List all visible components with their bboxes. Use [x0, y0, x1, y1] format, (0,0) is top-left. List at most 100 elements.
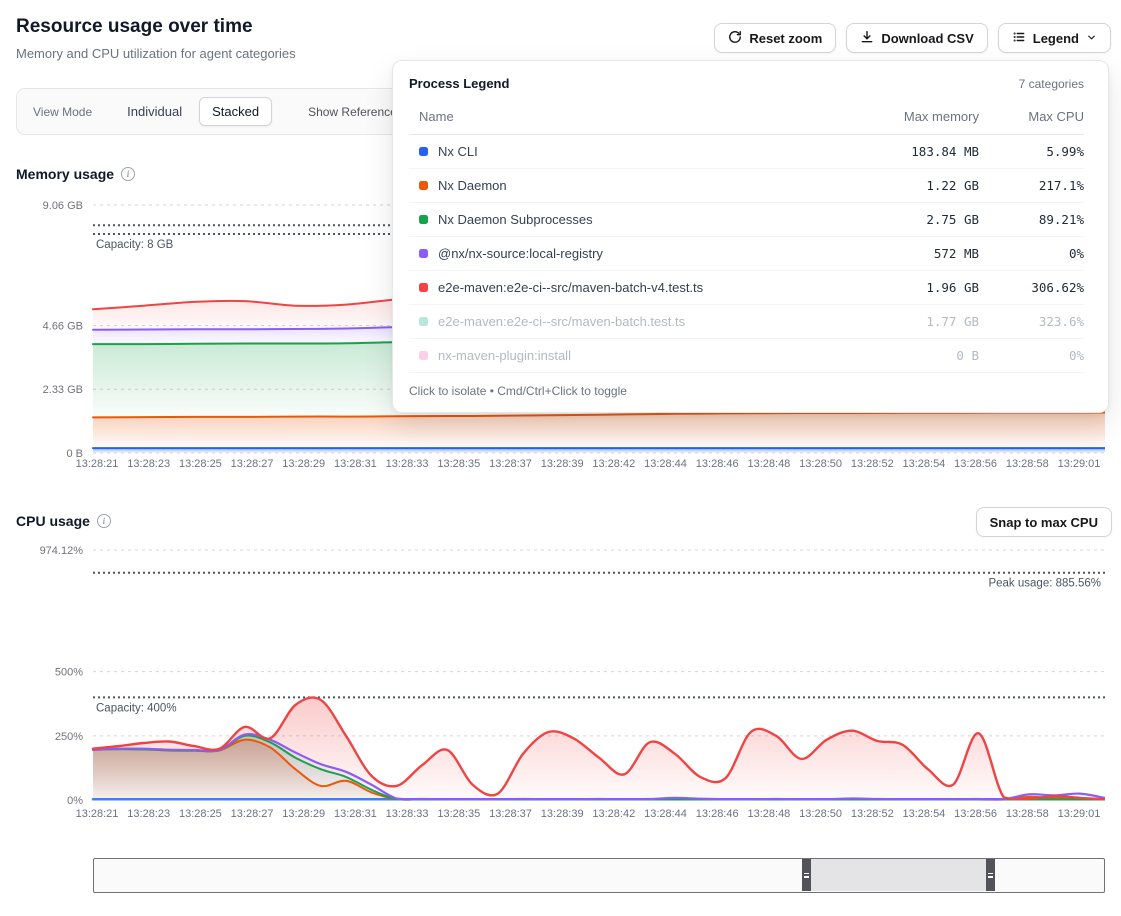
x-tick-label: 13:28:46 [696, 808, 739, 820]
legend-row[interactable]: e2e-maven:e2e-ci--src/maven-batch-v4.tes… [409, 271, 1084, 305]
y-tick-label: 250% [55, 731, 83, 743]
snap-to-max-cpu-button[interactable]: Snap to max CPU [976, 507, 1112, 537]
series-color-dot [419, 249, 428, 258]
legend-category-count: 7 categories [1019, 77, 1084, 91]
col-max-memory: Max memory [829, 109, 979, 124]
top-buttons: Reset zoom Download CSV Legend [714, 23, 1111, 53]
series-color-dot [419, 147, 428, 156]
series-name: Nx Daemon [438, 178, 507, 193]
series-max-cpu: 5.99% [979, 144, 1084, 159]
view-mode-stacked-button[interactable]: Stacked [199, 97, 272, 126]
reference-line-label: Capacity: 8 GB [96, 239, 174, 251]
series-max-cpu: 0% [979, 246, 1084, 261]
x-tick-label: 13:28:44 [644, 808, 687, 820]
x-tick-label: 13:28:25 [179, 808, 222, 820]
legend-row[interactable]: @nx/nx-source:local-registry572 MB0% [409, 237, 1084, 271]
x-tick-label: 13:28:37 [489, 458, 532, 470]
x-tick-label: 13:28:50 [799, 808, 842, 820]
cpu-usage-chart[interactable]: 0% 250% 500% 974.12% 13:28:21 13:28:23 13:28:2… [16, 540, 1105, 830]
x-tick-label: 13:28:46 [696, 458, 739, 470]
series-max-cpu: 217.1% [979, 178, 1084, 193]
list-icon [1012, 30, 1026, 47]
brush-handle-right[interactable] [986, 859, 995, 891]
x-tick-label: 13:28:42 [592, 458, 635, 470]
download-csv-button[interactable]: Download CSV [846, 23, 987, 53]
legend-row[interactable]: nx-maven-plugin:install0 B0% [409, 339, 1084, 373]
reference-line-label: Peak usage: 885.56% [988, 578, 1101, 590]
brush-selection[interactable] [802, 859, 995, 891]
x-tick-label: 13:28:42 [592, 808, 635, 820]
series-max-memory: 1.22 GB [829, 178, 979, 193]
series-max-cpu: 323.6% [979, 314, 1084, 329]
x-tick-label: 13:28:58 [1006, 808, 1049, 820]
y-tick-label: 0% [67, 795, 83, 807]
x-tick-label: 13:28:37 [489, 808, 532, 820]
x-tick-label: 13:28:35 [437, 458, 480, 470]
series-max-memory: 0 B [829, 348, 979, 363]
series-max-cpu: 89.21% [979, 212, 1084, 227]
reset-zoom-label: Reset zoom [749, 31, 822, 46]
y-tick-label: 9.06 GB [43, 200, 83, 212]
chevron-down-icon [1086, 31, 1097, 46]
x-tick-label: 13:28:58 [1006, 458, 1049, 470]
legend-row[interactable]: Nx Daemon 1.22 GB217.1% [409, 169, 1084, 203]
view-mode-label: View Mode [33, 105, 92, 119]
x-tick-label: 13:28:52 [851, 808, 894, 820]
series-color-dot [419, 181, 428, 190]
series-name: nx-maven-plugin:install [438, 348, 571, 363]
x-tick-label: 13:28:23 [127, 808, 170, 820]
series-name: e2e-maven:e2e-ci--src/maven-batch-v4.tes… [438, 280, 703, 295]
series-max-memory: 1.77 GB [829, 314, 979, 329]
info-icon[interactable]: i [97, 514, 111, 528]
view-mode-individual-button[interactable]: Individual [114, 97, 195, 126]
legend-row[interactable]: Nx Daemon Subprocesses2.75 GB89.21% [409, 203, 1084, 237]
info-icon[interactable]: i [121, 167, 135, 181]
time-range-brush[interactable] [93, 858, 1105, 893]
series-name: Nx CLI [438, 144, 478, 159]
y-tick-label: 4.66 GB [43, 320, 83, 332]
refresh-icon [728, 30, 742, 47]
legend-dropdown-button[interactable]: Legend [998, 23, 1111, 53]
x-tick-label: 13:28:27 [231, 458, 274, 470]
y-tick-label: 500% [55, 667, 83, 679]
legend-rows: Nx CLI 183.84 MB5.99% Nx Daemon 1.22 GB217.… [409, 135, 1084, 373]
legend-row[interactable]: e2e-maven:e2e-ci--src/maven-batch.test.t… [409, 305, 1084, 339]
reset-zoom-button[interactable]: Reset zoom [714, 23, 836, 53]
reference-line-label: Capacity: 400% [96, 702, 177, 714]
x-tick-label: 13:28:31 [334, 808, 377, 820]
legend-panel-title: Process Legend [409, 76, 509, 91]
legend-footer-hint: Click to isolate • Cmd/Ctrl+Click to tog… [409, 373, 1084, 398]
download-csv-label: Download CSV [881, 31, 973, 46]
x-tick-label: 13:29:01 [1058, 458, 1101, 470]
series-max-memory: 2.75 GB [829, 212, 979, 227]
x-tick-label: 13:28:56 [954, 808, 997, 820]
cpu-section-title: CPU usage i [16, 513, 111, 529]
x-tick-label: 13:28:33 [386, 458, 429, 470]
x-tick-label: 13:28:50 [799, 458, 842, 470]
col-name: Name [419, 109, 829, 124]
legend-row[interactable]: Nx CLI 183.84 MB5.99% [409, 135, 1084, 169]
page-title: Resource usage over time [16, 16, 253, 38]
x-tick-label: 13:29:01 [1058, 808, 1101, 820]
x-tick-label: 13:28:23 [127, 458, 170, 470]
series-max-memory: 1.96 GB [829, 280, 979, 295]
x-tick-label: 13:28:39 [541, 808, 584, 820]
brush-handle-left[interactable] [802, 859, 811, 891]
legend-label: Legend [1033, 31, 1079, 46]
x-tick-label: 13:28:39 [541, 458, 584, 470]
series-color-dot [419, 351, 428, 360]
x-tick-label: 13:28:21 [76, 808, 119, 820]
x-tick-label: 13:28:35 [437, 808, 480, 820]
x-tick-label: 13:28:54 [902, 458, 945, 470]
x-tick-label: 13:28:25 [179, 458, 222, 470]
y-tick-label: 2.33 GB [43, 384, 83, 396]
series-max-memory: 183.84 MB [829, 144, 979, 159]
series-name: e2e-maven:e2e-ci--src/maven-batch.test.t… [438, 314, 685, 329]
memory-usage-heading: Memory usage [16, 166, 114, 182]
x-tick-label: 13:28:29 [282, 808, 325, 820]
series-color-dot [419, 283, 428, 292]
x-tick-label: 13:28:33 [386, 808, 429, 820]
y-tick-label: 974.12% [40, 545, 84, 557]
page-subtitle: Memory and CPU utilization for agent cat… [16, 46, 296, 61]
series-max-memory: 572 MB [829, 246, 979, 261]
